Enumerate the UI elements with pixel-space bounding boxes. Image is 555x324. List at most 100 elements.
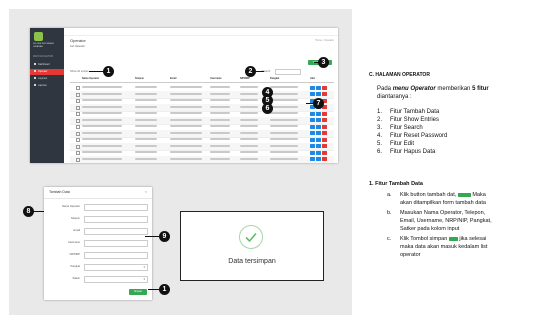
edit-button[interactable] <box>316 118 321 122</box>
feature-number: 1. <box>377 109 383 115</box>
reset-password-button[interactable] <box>310 150 315 155</box>
form-field-input[interactable]: ▾ <box>84 264 148 271</box>
table-cell <box>82 157 122 160</box>
chevron-down-icon: ▾ <box>143 265 145 269</box>
app-logo <box>34 32 43 41</box>
row-checkbox[interactable] <box>76 151 80 155</box>
table-cell <box>135 144 157 147</box>
sidebar-item-operator[interactable]: Operator <box>30 69 64 75</box>
form-field-input[interactable] <box>84 204 148 211</box>
edit-button[interactable] <box>316 157 321 161</box>
row-checkbox[interactable] <box>76 99 80 103</box>
sidebar-item-dashboard[interactable]: Dashboard <box>30 62 64 68</box>
feature-item: Fitur Search <box>390 125 423 131</box>
table-cell <box>170 138 202 140</box>
reset-password-button[interactable] <box>310 85 315 90</box>
sidebar-item-laporan[interactable]: Laporan <box>30 83 64 89</box>
table-cell <box>240 144 258 147</box>
row-checkbox[interactable] <box>76 112 80 116</box>
callout-marker: 6 <box>262 103 273 114</box>
row-checkbox[interactable] <box>76 125 80 129</box>
feature-number: 2. <box>377 117 383 123</box>
delete-button[interactable] <box>322 85 327 90</box>
step-a-line-2: akan ditampilkan form tambah data <box>400 200 486 206</box>
edit-button[interactable] <box>316 150 321 155</box>
table-cell <box>270 112 298 114</box>
delete-button[interactable] <box>322 131 327 135</box>
table-cell <box>240 131 258 134</box>
delete-button[interactable] <box>322 144 327 148</box>
callout-line <box>306 103 314 104</box>
row-checkbox[interactable] <box>76 105 80 110</box>
row-checkbox[interactable] <box>76 157 80 162</box>
delete-button[interactable] <box>322 111 327 116</box>
table-cell <box>210 86 230 88</box>
row-checkbox[interactable] <box>76 118 80 123</box>
edit-button[interactable] <box>316 111 321 116</box>
table-cell <box>82 144 122 147</box>
table-cell <box>170 157 202 160</box>
search-input[interactable] <box>275 69 301 75</box>
row-checkbox[interactable] <box>76 138 80 142</box>
reset-password-button[interactable] <box>310 124 315 129</box>
delete-button[interactable] <box>322 118 327 122</box>
table-cell <box>135 125 157 127</box>
form-field-input[interactable] <box>84 216 148 223</box>
table-cell <box>82 118 122 121</box>
row-checkbox[interactable] <box>76 92 80 97</box>
feature-item: Fitur Show Entries <box>390 117 440 123</box>
menu-dot-icon <box>34 84 36 87</box>
table-cell <box>270 99 298 101</box>
delete-button[interactable] <box>322 150 327 155</box>
save-button[interactable]: Simpan <box>129 289 147 295</box>
form-field-input[interactable] <box>84 240 148 247</box>
table-cell <box>270 125 298 127</box>
delete-button[interactable] <box>322 124 327 129</box>
reset-password-button[interactable] <box>310 157 315 161</box>
table-cell <box>270 138 298 140</box>
callout-line <box>314 62 319 63</box>
reset-password-button[interactable] <box>310 118 315 122</box>
form-title: Tambah Data <box>49 190 70 194</box>
row-checkbox[interactable] <box>76 144 80 149</box>
edit-button[interactable] <box>316 85 321 90</box>
delete-button[interactable] <box>322 157 327 161</box>
delete-button[interactable] <box>322 92 327 96</box>
edit-button[interactable] <box>316 137 321 142</box>
breadcrumb: Home > Operator <box>315 39 334 42</box>
form-field-input[interactable] <box>84 252 148 259</box>
callout-marker: 1 <box>159 284 170 295</box>
row-checkbox[interactable] <box>76 86 80 90</box>
table-cell <box>82 125 122 127</box>
form-field-input[interactable] <box>84 228 148 235</box>
reset-password-button[interactable] <box>310 111 315 116</box>
reset-password-button[interactable] <box>310 131 315 135</box>
step-b-line-2: Email, Username, NRP/NIP, Pangkat, <box>400 218 492 224</box>
edit-button[interactable] <box>316 124 321 129</box>
step-label: c. <box>387 236 392 242</box>
add-operator-form: Tambah Data × Nama Operator Telepon Email U… <box>44 187 152 300</box>
form-field-input[interactable]: ▾ <box>84 276 148 283</box>
reset-password-button[interactable] <box>310 144 315 148</box>
sidebar-item-layanan[interactable]: Layanan <box>30 76 64 82</box>
table-cell <box>135 131 157 134</box>
edit-button[interactable] <box>316 92 321 96</box>
table-cell <box>240 151 258 153</box>
row-checkbox[interactable] <box>76 131 80 136</box>
reset-password-button[interactable] <box>310 137 315 142</box>
sidebar-section-label: MAIN NAVIGATION <box>33 56 54 58</box>
table-cell <box>170 125 202 127</box>
edit-button[interactable] <box>316 144 321 148</box>
table-cell <box>135 151 157 153</box>
edit-button[interactable] <box>316 131 321 135</box>
table-cell <box>170 118 202 121</box>
step-c-line-1: Klik Tombol simpan jika selesai <box>400 236 487 242</box>
feature-item: Fitur Tambah Data <box>390 109 440 115</box>
reset-password-button[interactable] <box>310 92 315 96</box>
delete-button[interactable] <box>322 137 327 142</box>
callout-marker: 9 <box>159 231 170 242</box>
show-entries-select[interactable]: Show 10 entries <box>70 70 89 73</box>
sidebar: SISTEM INFORMASI LAYANAN MAIN NAVIGATION… <box>30 28 64 163</box>
table-cell <box>135 118 157 121</box>
close-icon[interactable]: × <box>145 189 147 194</box>
